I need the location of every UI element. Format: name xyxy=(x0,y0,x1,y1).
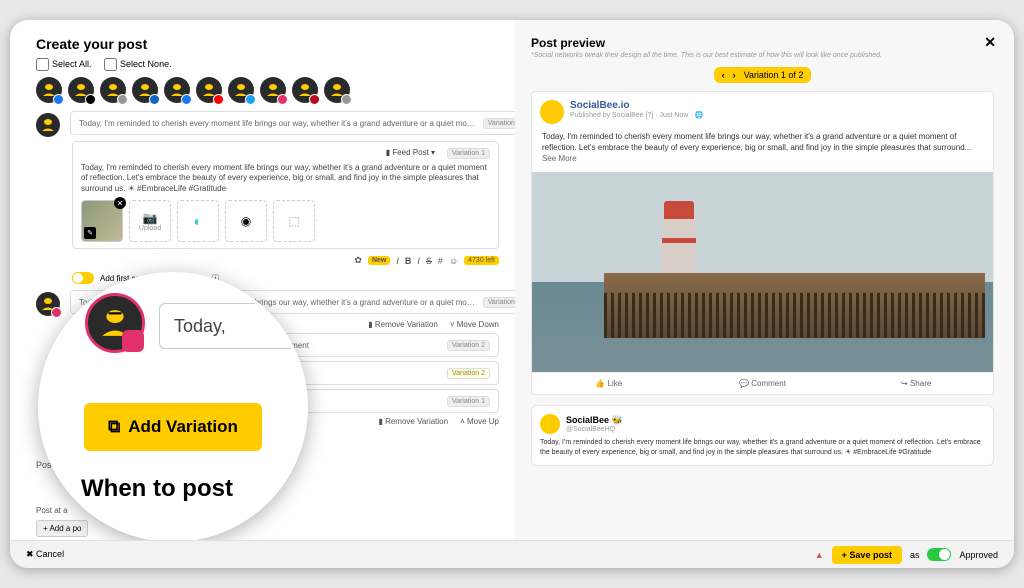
upload-button[interactable]: 📷Upload xyxy=(129,200,171,242)
magnifier-overlay: Today, ⧉Add Variation When to post xyxy=(38,272,308,540)
profile-avatar[interactable] xyxy=(100,77,126,103)
profile-selector xyxy=(36,77,499,103)
share-button[interactable]: ↪ Share xyxy=(839,373,993,394)
italic-icon[interactable]: I xyxy=(396,256,399,266)
cancel-button[interactable]: ✖ Cancel xyxy=(26,549,64,560)
copy-icon: ⧉ xyxy=(108,417,120,437)
post-summary-row[interactable]: Today, I'm reminded to cherish every mom… xyxy=(70,111,515,135)
move-up-button[interactable]: ˄ Move Up xyxy=(460,417,499,426)
add-variation-button[interactable]: ⧉Add Variation xyxy=(84,403,262,451)
profile-avatar xyxy=(36,113,60,137)
warning-icon[interactable]: ▲ xyxy=(815,550,824,560)
remove-image-icon[interactable]: ✕ xyxy=(114,197,126,209)
prev-arrow-icon[interactable]: ‹ xyxy=(722,70,725,80)
feed-post-dropdown[interactable]: ▮ Feed Post ▾ xyxy=(386,148,435,159)
first-comment-toggle[interactable] xyxy=(72,272,94,284)
post-summary-large[interactable]: Today, xyxy=(159,303,308,349)
profile-avatar[interactable] xyxy=(68,77,94,103)
emoji-icon[interactable]: ☺ xyxy=(449,256,458,266)
comment-button[interactable]: 💬 Comment xyxy=(686,373,840,394)
bold-icon[interactable]: B xyxy=(405,256,412,266)
profile-avatar[interactable] xyxy=(36,77,62,103)
variation-pager[interactable]: ‹ › Variation 1 of 2 xyxy=(714,67,812,83)
unsplash-button[interactable]: ⬚ xyxy=(273,200,315,242)
see-more-link[interactable]: See More xyxy=(542,154,577,163)
profile-avatar[interactable] xyxy=(228,77,254,103)
editor-toolbar: ✿ New I B I S # ☺ 4730 left xyxy=(72,255,499,266)
footer-bar: ✖ Cancel ▲ + Save post as Approved xyxy=(10,540,1014,568)
profile-avatar[interactable] xyxy=(324,77,350,103)
like-button[interactable]: 👍 Like xyxy=(532,373,686,394)
attached-image[interactable]: ✕✎ xyxy=(81,200,123,242)
post-text[interactable]: Today, I'm reminded to cherish every mom… xyxy=(81,163,490,194)
hashtag-icon[interactable]: # xyxy=(438,256,443,266)
design-button[interactable]: ◉ xyxy=(225,200,267,242)
close-icon[interactable]: ✕ xyxy=(984,34,996,51)
profile-avatar[interactable] xyxy=(164,77,190,103)
canva-button[interactable]: ◐ xyxy=(177,200,219,242)
add-post-button[interactable]: + Add a po xyxy=(36,520,88,537)
create-post-panel: Create your post Select All. Select None… xyxy=(10,20,515,540)
approved-toggle[interactable] xyxy=(927,548,951,561)
profile-avatar[interactable] xyxy=(196,77,222,103)
post-editor[interactable]: ▮ Feed Post ▾ Variation 1 Today, I'm rem… xyxy=(72,141,499,249)
move-down-button[interactable]: ˅ Move Down xyxy=(450,320,499,329)
italic-icon[interactable]: I xyxy=(417,256,420,266)
ai-icon[interactable]: ✿ xyxy=(354,255,362,266)
profile-avatar[interactable] xyxy=(132,77,158,103)
remove-variation-button[interactable]: ▮ Remove Variation xyxy=(378,417,448,426)
preview-title: Post preview xyxy=(531,36,994,50)
preview-panel: ✕ Post preview *Social networks tweak th… xyxy=(515,20,1014,540)
page-title: Create your post xyxy=(36,36,499,52)
profile-avatar[interactable] xyxy=(292,77,318,103)
next-arrow-icon[interactable]: › xyxy=(733,70,736,80)
avatar xyxy=(540,414,560,434)
profile-avatar xyxy=(36,292,60,316)
when-to-post-heading: When to post xyxy=(81,475,233,503)
avatar xyxy=(540,100,564,124)
remove-variation-button[interactable]: ▮ Remove Variation xyxy=(368,320,438,329)
instagram-badge-icon xyxy=(122,330,144,352)
facebook-preview-card: SocialBee.io Published by SocialBee [?] … xyxy=(531,91,994,395)
select-none[interactable]: Select None. xyxy=(104,59,172,69)
profile-avatar[interactable] xyxy=(260,77,286,103)
strike-icon[interactable]: S xyxy=(426,256,432,266)
edit-image-icon[interactable]: ✎ xyxy=(84,227,96,239)
save-post-button[interactable]: + Save post xyxy=(832,546,902,564)
profile-avatar-large xyxy=(85,293,145,353)
select-all[interactable]: Select All. xyxy=(36,59,92,69)
preview-image xyxy=(532,172,993,372)
twitter-preview-card: SocialBee 🐝@SocialBeeHQ Today, I'm remin… xyxy=(531,405,994,466)
